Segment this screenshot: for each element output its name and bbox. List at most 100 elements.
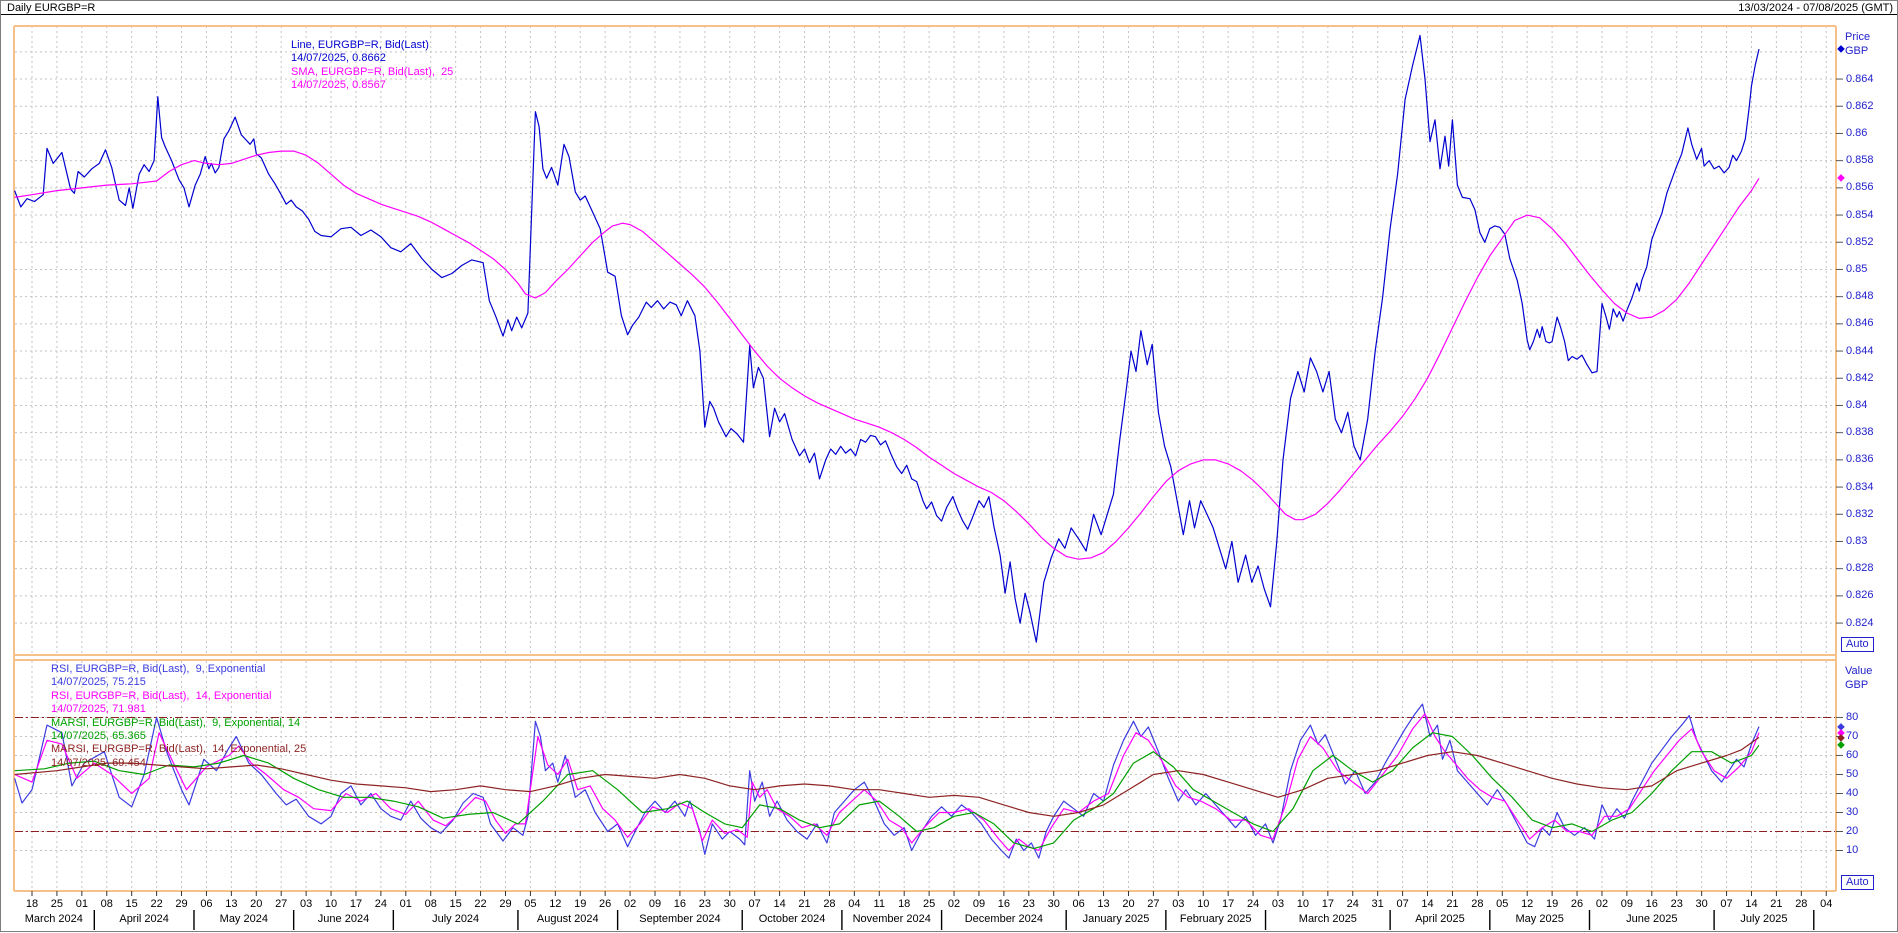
x-axis-month-label: July 2025 [1740,913,1787,925]
rsi-14-exponential-line [15,714,1759,851]
x-axis-day-label: 16 [1646,898,1658,910]
x-axis-day-label: 01 [400,898,412,910]
rsi-legend-line: MARSI, EURGBP=R, Bid(Last), 14, Exponent… [51,743,306,756]
value-axis-auto-button[interactable]: Auto [1841,875,1874,890]
price-axis-tick-label: 0.862 [1846,100,1874,112]
x-axis-day-label: 17 [350,898,362,910]
x-axis-day-label: 28 [1795,898,1807,910]
x-axis-day-label: 14 [1421,898,1433,910]
x-axis-day-label: 21 [798,898,810,910]
value-axis-tick-label: 40 [1846,787,1858,799]
x-axis-day-label: 19 [574,898,586,910]
x-axis-month-label: May 2024 [220,913,268,925]
x-axis-day-label: 31 [1372,898,1384,910]
value-axis-title: Value [1845,665,1872,677]
x-axis-month-label: March 2024 [25,913,83,925]
x-axis-day-label: 12 [1521,898,1533,910]
rsi-legend-line: 14/07/2025, 71.981 [51,703,146,716]
x-axis-day-label: 04 [1820,898,1832,910]
rsi-legend-line: RSI, EURGBP=R, Bid(Last), 9, Exponential [51,663,265,676]
x-axis-month-label: July 2024 [432,913,479,925]
price-axis-tick-label: 0.838 [1846,426,1874,438]
x-axis-month-label: April 2024 [119,913,169,925]
x-axis-day-label: 23 [1671,898,1683,910]
price-axis-tick-label: 0.83 [1846,535,1867,547]
chart-application-window: { "header": { "title": "Daily EURGBP=R",… [0,0,1898,932]
x-axis-day-label: 06 [1073,898,1085,910]
x-axis-month-label: September 2024 [639,913,720,925]
x-axis-day-label: 17 [1222,898,1234,910]
x-axis-day-label: 15 [126,898,138,910]
x-axis-month-label: January 2025 [1083,913,1150,925]
x-axis-day-label: 28 [1471,898,1483,910]
price-axis-tick-label: 0.826 [1846,589,1874,601]
price-last-value-marker: ◆ [1837,44,1845,55]
x-axis-day-label: 18 [26,898,38,910]
value-axis-currency: GBP [1845,679,1868,691]
x-axis-day-label: 27 [1147,898,1159,910]
line-eurgbp-r-bid-last--line [15,36,1759,643]
x-axis-day-label: 02 [624,898,636,910]
rsi-legend-line: MARSI, EURGBP=R, Bid(Last), 9, Exponenti… [51,717,300,730]
x-axis-day-label: 23 [1023,898,1035,910]
x-axis-day-label: 30 [1696,898,1708,910]
price-axis-tick-label: 0.842 [1846,372,1874,384]
value-axis-tick-label: 30 [1846,806,1858,818]
x-axis-day-label: 27 [275,898,287,910]
x-axis-day-label: 26 [599,898,611,910]
x-axis-day-label: 29 [499,898,511,910]
x-axis-month-label: June 2024 [318,913,369,925]
x-axis-month-label: May 2025 [1516,913,1564,925]
value-axis-tick-label: 70 [1846,730,1858,742]
x-axis-day-label: 05 [524,898,536,910]
x-axis-day-label: 24 [1247,898,1259,910]
rsi-legend-line: 14/07/2025, 75.215 [51,676,146,689]
price-legend-line: 14/07/2025, 0.8662 [291,52,386,65]
price-axis-tick-label: 0.864 [1846,73,1874,85]
x-axis-day-label: 20 [1122,898,1134,910]
value-axis-tick-label: 60 [1846,749,1858,761]
sma-25-line [15,151,1759,559]
price-axis-tick-label: 0.834 [1846,481,1874,493]
x-axis-day-label: 17 [1322,898,1334,910]
x-axis-day-label: 24 [1347,898,1359,910]
price-axis-currency: GBP [1845,45,1868,57]
price-axis-auto-button[interactable]: Auto [1841,637,1874,652]
x-axis-day-label: 19 [1546,898,1558,910]
x-axis-day-label: 18 [898,898,910,910]
value-axis-tick-label: 80 [1846,711,1858,723]
rsi-legend-line: RSI, EURGBP=R, Bid(Last), 14, Exponentia… [51,690,271,703]
x-axis-month-label: August 2024 [537,913,599,925]
x-axis-day-label: 07 [749,898,761,910]
x-axis-day-label: 28 [823,898,835,910]
x-axis-day-label: 22 [150,898,162,910]
x-axis-day-label: 02 [1596,898,1608,910]
price-axis-tick-label: 0.846 [1846,317,1874,329]
x-axis-day-label: 10 [1197,898,1209,910]
value-last-value-marker: ◆ [1837,740,1845,751]
price-axis-tick-label: 0.856 [1846,181,1874,193]
x-axis-day-label: 16 [998,898,1010,910]
chart-canvas[interactable] [1,1,1898,933]
x-axis-day-label: 23 [699,898,711,910]
x-axis-day-label: 04 [848,898,860,910]
price-axis-tick-label: 0.86 [1846,127,1867,139]
price-legend-line: SMA, EURGBP=R, Bid(Last), 25 [291,66,453,79]
price-axis-tick-label: 0.85 [1846,263,1867,275]
price-axis-tick-label: 0.852 [1846,236,1874,248]
price-legend-line: Line, EURGBP=R, Bid(Last) [291,39,429,52]
price-last-value-marker: ◆ [1837,173,1845,184]
price-legend-line: 14/07/2025, 0.8567 [291,79,386,92]
x-axis-day-label: 01 [76,898,88,910]
x-axis-day-label: 21 [1770,898,1782,910]
x-axis-day-label: 20 [250,898,262,910]
x-axis-day-label: 03 [300,898,312,910]
x-axis-day-label: 21 [1446,898,1458,910]
x-axis-day-label: 26 [1571,898,1583,910]
x-axis-day-label: 07 [1396,898,1408,910]
x-axis-day-label: 22 [474,898,486,910]
rsi-legend-line: 14/07/2025, 65.365 [51,730,146,743]
value-axis-tick-label: 20 [1846,825,1858,837]
price-axis-tick-label: 0.836 [1846,453,1874,465]
x-axis-day-label: 14 [773,898,785,910]
